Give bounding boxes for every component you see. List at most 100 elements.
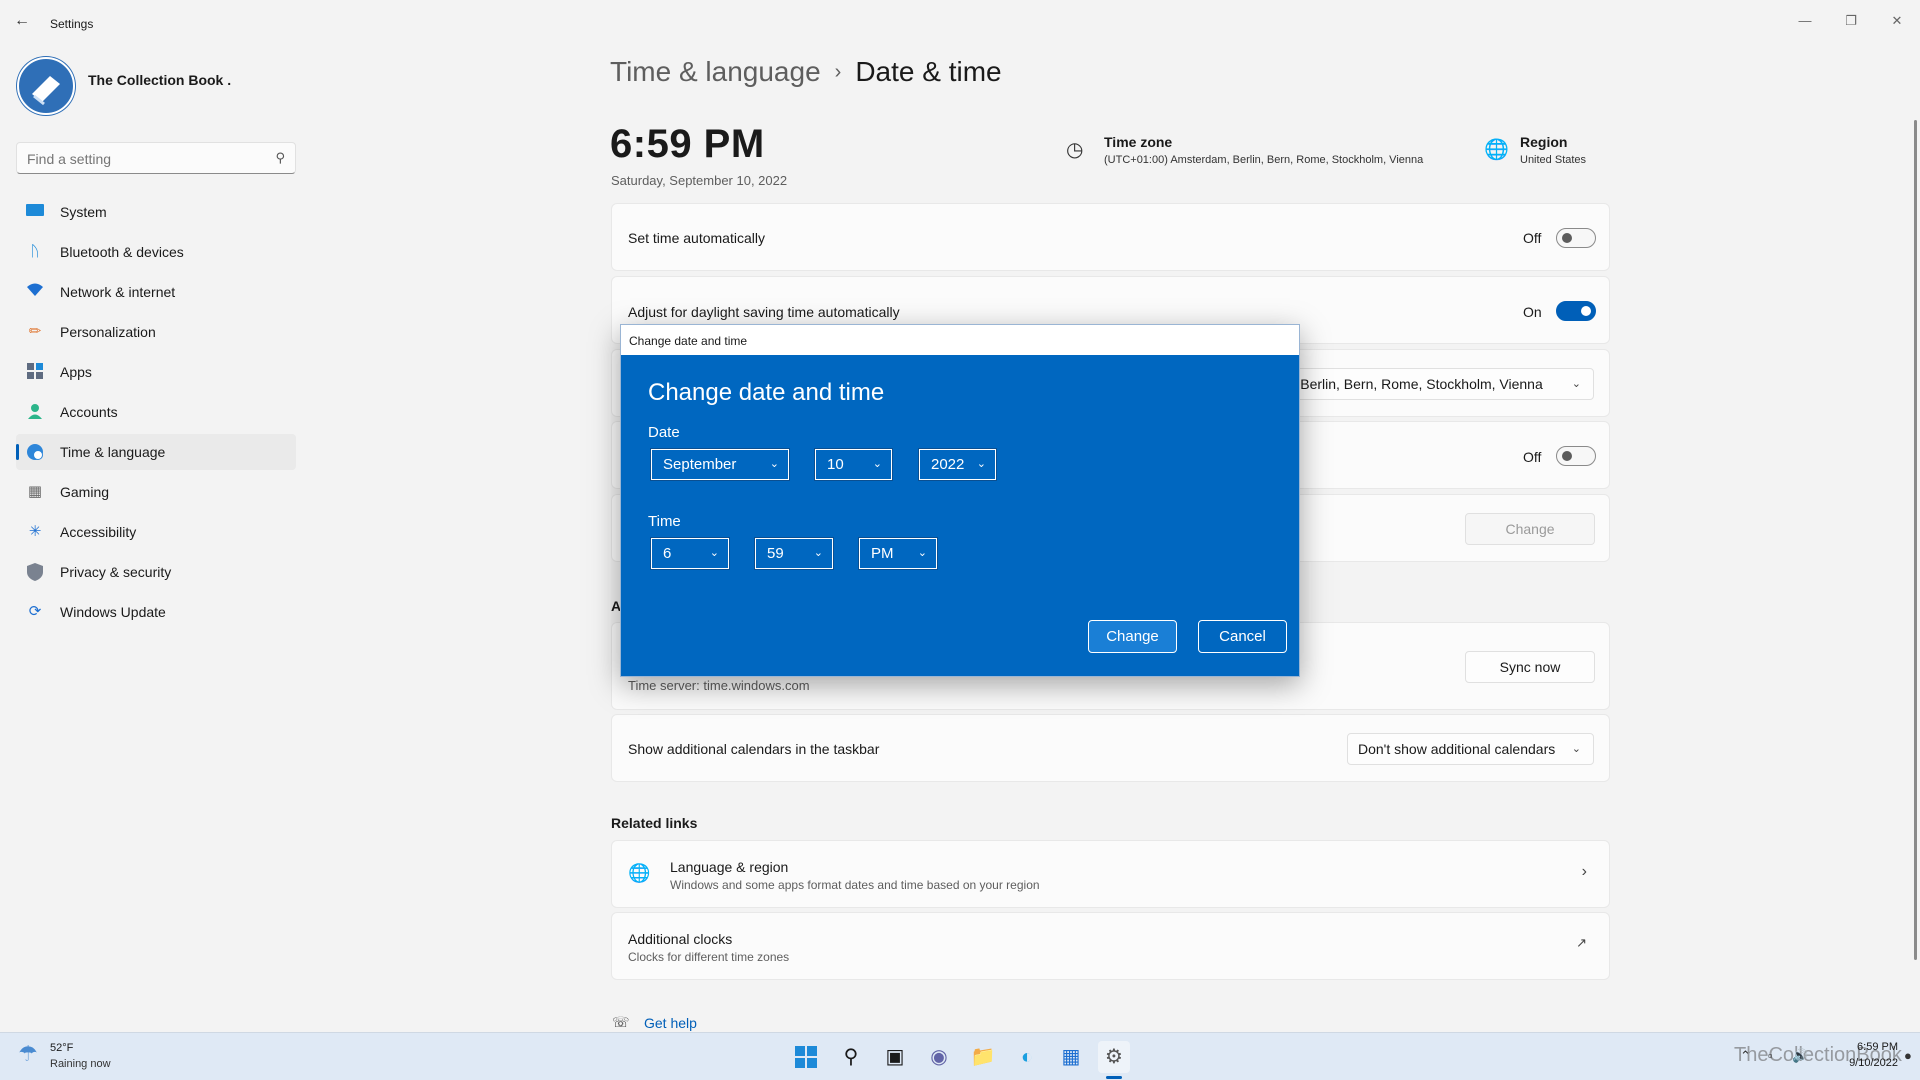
sidebar-nav: System ᚢ Bluetooth & devices Network & i… <box>16 194 296 634</box>
language-region-sub: Windows and some apps format dates and t… <box>670 878 1040 892</box>
language-icon: 🌐 <box>628 863 651 883</box>
brush-icon: ✏ <box>28 323 42 340</box>
sidebar-item-label: Bluetooth & devices <box>60 244 184 260</box>
search-icon[interactable]: ⚲ <box>275 150 285 166</box>
sidebar-item-apps[interactable]: Apps <box>16 354 296 390</box>
breadcrumb-parent[interactable]: Time & language <box>610 56 821 87</box>
sidebar-item-windows-update[interactable]: ⟳ Windows Update <box>16 594 296 630</box>
dialog-title-bar[interactable]: Change date and time <box>621 325 1299 355</box>
restore-icon: ❐ <box>1845 13 1857 28</box>
ampm-select[interactable]: PM ⌄ <box>858 537 938 570</box>
network-icon[interactable]: ▫ <box>1768 1048 1773 1063</box>
close-button[interactable]: ✕ <box>1874 6 1920 36</box>
change-time-button[interactable]: Change <box>1465 513 1595 545</box>
avatar <box>16 56 76 116</box>
taskbar-clock-time[interactable]: 6:59 PM <box>1818 1041 1898 1053</box>
daylight-saving-toggle[interactable] <box>1556 301 1596 321</box>
toggle-state-text: Off <box>1523 230 1542 246</box>
month-select[interactable]: September ⌄ <box>650 448 790 481</box>
chevron-down-icon: ⌄ <box>813 547 823 559</box>
year-select[interactable]: 2022 ⌄ <box>918 448 997 481</box>
language-region-link[interactable]: 🌐 Language & region Windows and some app… <box>611 840 1610 908</box>
accessibility-icon: ✳ <box>28 523 42 540</box>
additional-clocks-sub: Clocks for different time zones <box>628 950 790 964</box>
close-icon: ✕ <box>1891 13 1903 28</box>
search-box[interactable]: ⚲ <box>16 142 296 174</box>
related-links-title: Related links <box>611 815 698 831</box>
dialog-window-title: Change date and time <box>629 334 748 348</box>
settings-icon[interactable]: ⚙ <box>1098 1041 1130 1073</box>
search-input[interactable] <box>27 149 257 169</box>
sidebar-item-accessibility[interactable]: ✳ Accessibility <box>16 514 296 550</box>
sidebar-item-time-language[interactable]: Time & language <box>16 434 296 470</box>
chevron-down-icon: ⌄ <box>872 458 882 470</box>
weather-rain-icon[interactable]: ☂ <box>18 1041 38 1067</box>
active-app-indicator <box>1106 1076 1122 1079</box>
minimize-button[interactable]: — <box>1782 6 1828 36</box>
restore-button[interactable]: ❐ <box>1828 6 1874 36</box>
minute-select[interactable]: 59 ⌄ <box>754 537 834 570</box>
chevron-down-icon: ⌄ <box>709 547 719 559</box>
calendars-dropdown-value: Don't show additional calendars <box>1358 741 1556 757</box>
calendars-row: Show additional calendars in the taskbar… <box>611 714 1610 782</box>
scrollbar[interactable] <box>1914 120 1917 960</box>
help-icon: ☏ <box>612 1014 630 1030</box>
toggle-state-text: On <box>1523 304 1542 320</box>
bluetooth-icon: ᚢ <box>30 243 40 260</box>
sidebar-item-network[interactable]: Network & internet <box>16 274 296 310</box>
minute-value: 59 <box>767 545 784 562</box>
timezone-auto-toggle[interactable] <box>1556 446 1596 466</box>
sidebar-item-accounts[interactable]: Accounts <box>16 394 296 430</box>
back-button[interactable]: ← <box>14 12 34 36</box>
chevron-right-icon: › <box>834 61 842 83</box>
taskbar: ☂ 52°F Raining now ⚲ ▣ ◉ 📁 ◐ ▦ ⚙ TheColl… <box>0 1032 1920 1080</box>
taskbar-clock-date[interactable]: 9/10/2022 <box>1818 1057 1898 1069</box>
sync-now-button[interactable]: Sync now <box>1465 651 1595 683</box>
timezone-dropdown[interactable]: am, Berlin, Bern, Rome, Stockholm, Vienn… <box>1262 368 1594 400</box>
sidebar-item-bluetooth[interactable]: ᚢ Bluetooth & devices <box>16 234 296 270</box>
weather-description[interactable]: Raining now <box>50 1058 111 1070</box>
get-help-link[interactable]: Get help <box>644 1015 697 1031</box>
hour-select[interactable]: 6 ⌄ <box>650 537 730 570</box>
sidebar-item-label: Privacy & security <box>60 564 172 580</box>
edge-icon[interactable]: ◐ <box>1011 1041 1043 1073</box>
sidebar-item-label: Gaming <box>60 484 110 500</box>
sidebar-item-label: Network & internet <box>60 284 176 300</box>
day-select[interactable]: 10 ⌄ <box>814 448 893 481</box>
windows-start-icon[interactable] <box>790 1041 822 1073</box>
calendars-dropdown[interactable]: Don't show additional calendars ⌄ <box>1347 733 1594 765</box>
sidebar-item-system[interactable]: System <box>16 194 296 230</box>
notification-icon[interactable]: ● <box>1904 1048 1912 1063</box>
volume-icon[interactable]: 🔊 <box>1792 1048 1808 1064</box>
timezone-icon: ◷ <box>1066 139 1084 161</box>
dialog-cancel-button[interactable]: Cancel <box>1198 620 1287 653</box>
region-title: Region <box>1520 134 1568 150</box>
wifi-icon <box>26 283 44 301</box>
sidebar-item-personalization[interactable]: ✏ Personalization <box>16 314 296 350</box>
weather-temperature[interactable]: 52°F <box>50 1042 73 1054</box>
chevron-up-icon[interactable]: ⌃ <box>1740 1048 1751 1064</box>
search-icon[interactable]: ⚲ <box>835 1041 867 1073</box>
set-time-automatically-toggle[interactable] <box>1556 228 1596 248</box>
title-bar: ← Settings — ❐ ✕ <box>0 0 1920 48</box>
task-view-icon[interactable]: ▣ <box>879 1041 911 1073</box>
file-explorer-icon[interactable]: 📁 <box>967 1041 999 1073</box>
language-region-title: Language & region <box>670 859 789 875</box>
store-icon[interactable]: ▦ <box>1055 1041 1087 1073</box>
sidebar-item-privacy[interactable]: Privacy & security <box>16 554 296 590</box>
arrow-left-icon: ← <box>14 12 30 29</box>
globe-icon: 🌐 <box>1484 139 1509 161</box>
minimize-icon: — <box>1798 13 1812 28</box>
dialog-heading: Change date and time <box>648 379 885 406</box>
ampm-value: PM <box>871 545 894 562</box>
dialog-change-button[interactable]: Change <box>1088 620 1177 653</box>
chat-icon[interactable]: ◉ <box>923 1041 955 1073</box>
time-server-text: Time server: time.windows.com <box>628 678 810 693</box>
chevron-down-icon: ⌄ <box>917 547 927 559</box>
sidebar-item-label: Accounts <box>60 404 118 420</box>
region-value: United States <box>1520 154 1587 166</box>
sidebar-item-gaming[interactable]: ▦ Gaming <box>16 474 296 510</box>
additional-clocks-link[interactable]: Additional clocks Clocks for different t… <box>611 912 1610 980</box>
year-value: 2022 <box>931 456 965 473</box>
daylight-saving-label: Adjust for daylight saving time automati… <box>628 304 900 320</box>
